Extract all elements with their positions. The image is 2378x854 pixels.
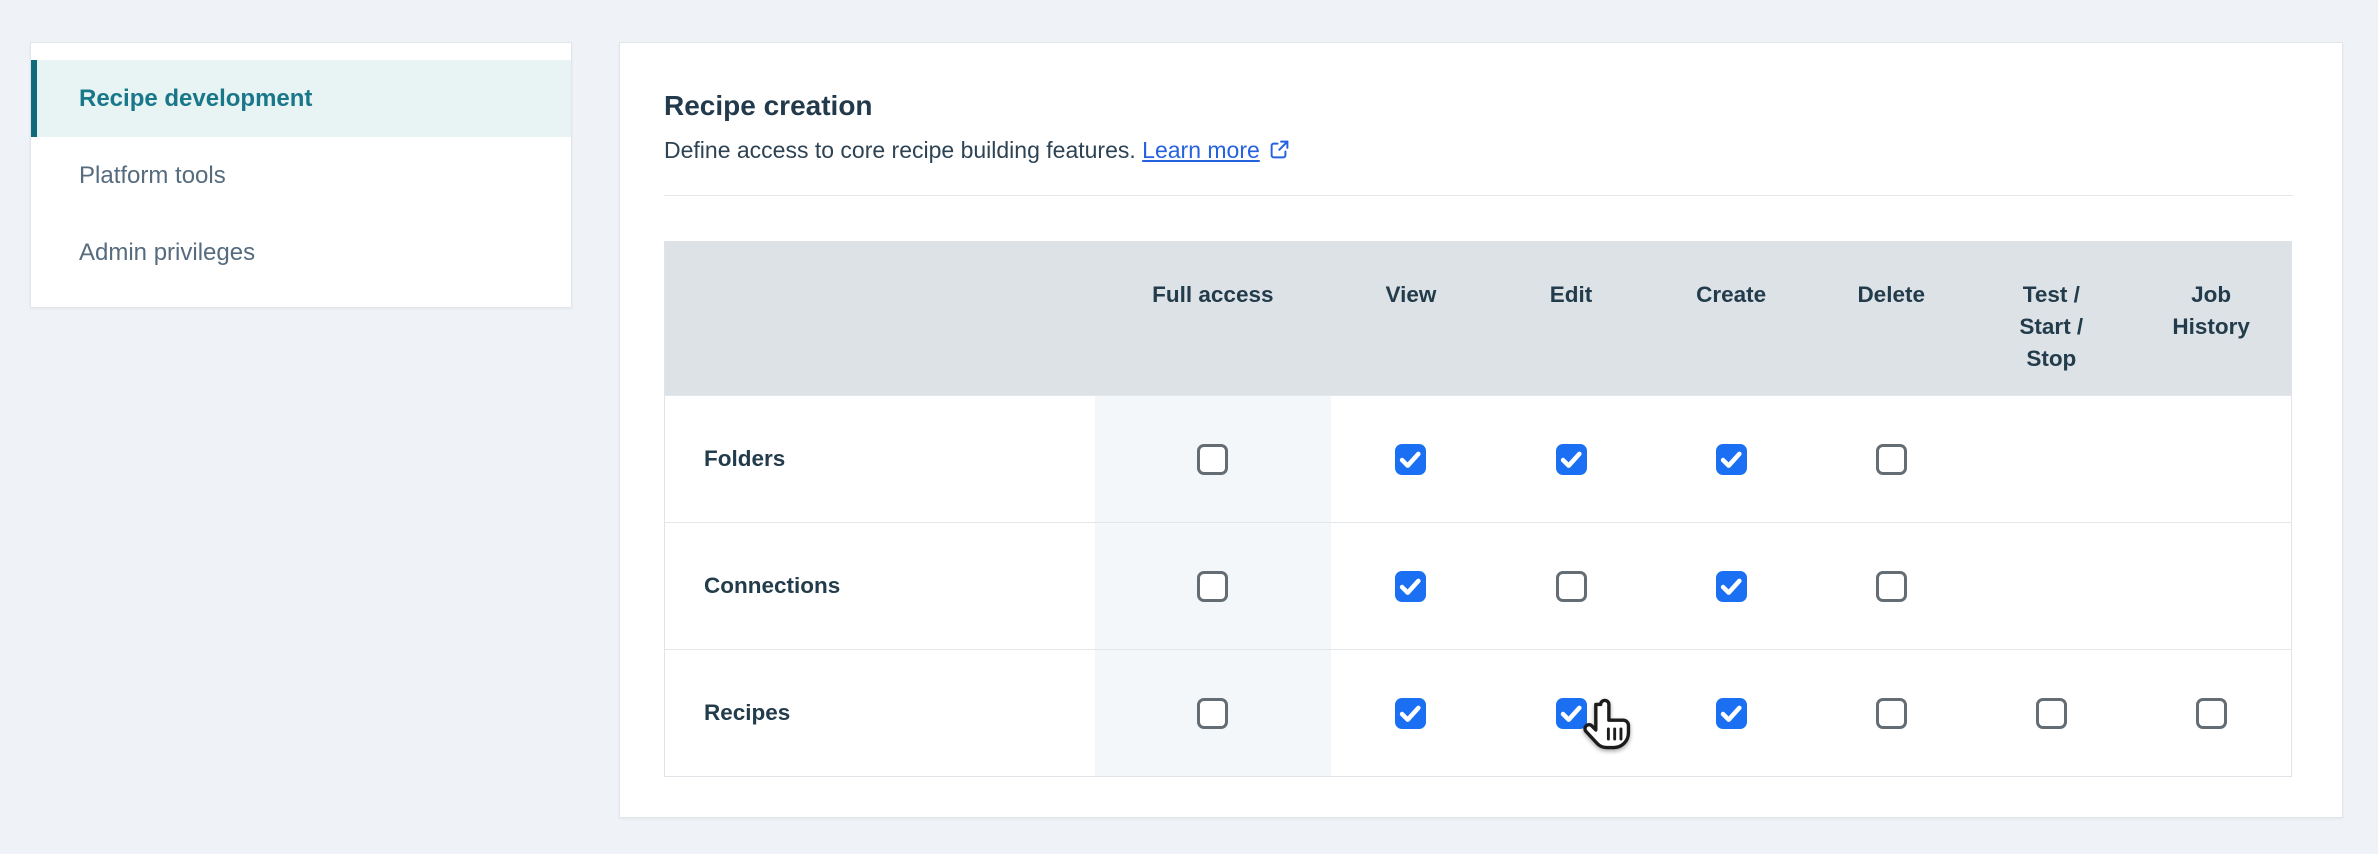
cell-folders-create bbox=[1651, 395, 1812, 523]
cell-connections-test-start-stop bbox=[1971, 522, 2132, 650]
recipes-view-checkbox[interactable] bbox=[1395, 697, 1427, 729]
sidebar-item-admin-privileges[interactable]: Admin privileges bbox=[31, 214, 571, 291]
sidebar-item-label: Admin privileges bbox=[79, 238, 256, 266]
folders-delete-checkbox[interactable] bbox=[1875, 443, 1907, 475]
header-divider bbox=[664, 195, 2293, 196]
sidebar-item-recipe-development[interactable]: Recipe development bbox=[31, 60, 571, 137]
learn-more-label: Learn more bbox=[1142, 137, 1260, 163]
folders-view-checkbox[interactable] bbox=[1395, 443, 1427, 475]
table-row-folders: Folders bbox=[664, 395, 2292, 523]
connections-full-access-checkbox[interactable] bbox=[1197, 570, 1229, 602]
cell-recipes-test-start-stop bbox=[1971, 649, 2132, 777]
connections-view-checkbox[interactable] bbox=[1395, 570, 1427, 602]
cell-recipes-job-history bbox=[2131, 649, 2292, 777]
cell-folders-delete bbox=[1811, 395, 1972, 523]
table-row-connections: Connections bbox=[664, 522, 2292, 650]
cell-recipes-view bbox=[1330, 649, 1491, 777]
connections-delete-checkbox[interactable] bbox=[1875, 570, 1907, 602]
sidebar-item-platform-tools[interactable]: Platform tools bbox=[31, 137, 571, 214]
cell-folders-full-access bbox=[1094, 395, 1331, 523]
cell-recipes-create bbox=[1651, 649, 1812, 777]
recipes-job-history-checkbox[interactable] bbox=[2195, 697, 2227, 729]
permissions-table: Full access View Edit Create Delete Test / St… bbox=[664, 241, 2292, 777]
sidebar-item-label: Recipe development bbox=[79, 84, 313, 112]
cell-connections-edit bbox=[1490, 522, 1652, 650]
cell-connections-job-history bbox=[2131, 522, 2292, 650]
folders-edit-checkbox[interactable] bbox=[1555, 443, 1587, 475]
settings-sidebar: Recipe development Platform tools Admin … bbox=[30, 42, 572, 308]
column-header-job-history: Job History bbox=[2131, 241, 2292, 396]
description-text: Define access to core recipe building fe… bbox=[664, 137, 1136, 163]
recipes-edit-checkbox[interactable] bbox=[1555, 697, 1587, 729]
column-header-delete: Delete bbox=[1811, 241, 1972, 396]
row-label-folders: Folders bbox=[664, 395, 1095, 523]
cell-connections-full-access bbox=[1094, 522, 1331, 650]
cell-folders-job-history bbox=[2131, 395, 2292, 523]
cell-connections-create bbox=[1651, 522, 1812, 650]
column-header-empty bbox=[664, 241, 1095, 396]
folders-full-access-checkbox[interactable] bbox=[1197, 443, 1229, 475]
cell-folders-test-start-stop bbox=[1971, 395, 2132, 523]
recipes-create-checkbox[interactable] bbox=[1715, 697, 1747, 729]
recipe-creation-panel: Recipe creation Define access to core re… bbox=[619, 42, 2343, 818]
recipes-full-access-checkbox[interactable] bbox=[1197, 697, 1229, 729]
cell-folders-edit bbox=[1490, 395, 1652, 523]
cell-folders-view bbox=[1330, 395, 1491, 523]
column-header-full-access: Full access bbox=[1094, 241, 1331, 396]
section-description: Define access to core recipe building fe… bbox=[664, 135, 2293, 165]
folders-create-checkbox[interactable] bbox=[1715, 443, 1747, 475]
cell-recipes-full-access bbox=[1094, 649, 1331, 777]
column-header-create: Create bbox=[1651, 241, 1812, 396]
learn-more-link[interactable]: Learn more bbox=[1142, 137, 1290, 163]
cell-connections-delete bbox=[1811, 522, 1972, 650]
cell-connections-view bbox=[1330, 522, 1491, 650]
connections-edit-checkbox[interactable] bbox=[1555, 570, 1587, 602]
cell-recipes-edit bbox=[1490, 649, 1652, 777]
section-title: Recipe creation bbox=[664, 90, 873, 121]
column-header-test-start-stop: Test / Start / Stop bbox=[1971, 241, 2132, 396]
external-link-icon bbox=[1260, 137, 1290, 163]
row-label-connections: Connections bbox=[664, 522, 1095, 650]
recipes-delete-checkbox[interactable] bbox=[1875, 697, 1907, 729]
permissions-table-header: Full access View Edit Create Delete Test / St… bbox=[664, 241, 2292, 396]
column-header-view: View bbox=[1330, 241, 1491, 396]
recipes-test-start-stop-checkbox[interactable] bbox=[2035, 697, 2067, 729]
cell-recipes-delete bbox=[1811, 649, 1972, 777]
table-row-recipes: Recipes bbox=[664, 649, 2292, 777]
column-header-edit: Edit bbox=[1490, 241, 1652, 396]
connections-create-checkbox[interactable] bbox=[1715, 570, 1747, 602]
row-label-recipes: Recipes bbox=[664, 649, 1095, 777]
sidebar-item-label: Platform tools bbox=[79, 161, 226, 189]
